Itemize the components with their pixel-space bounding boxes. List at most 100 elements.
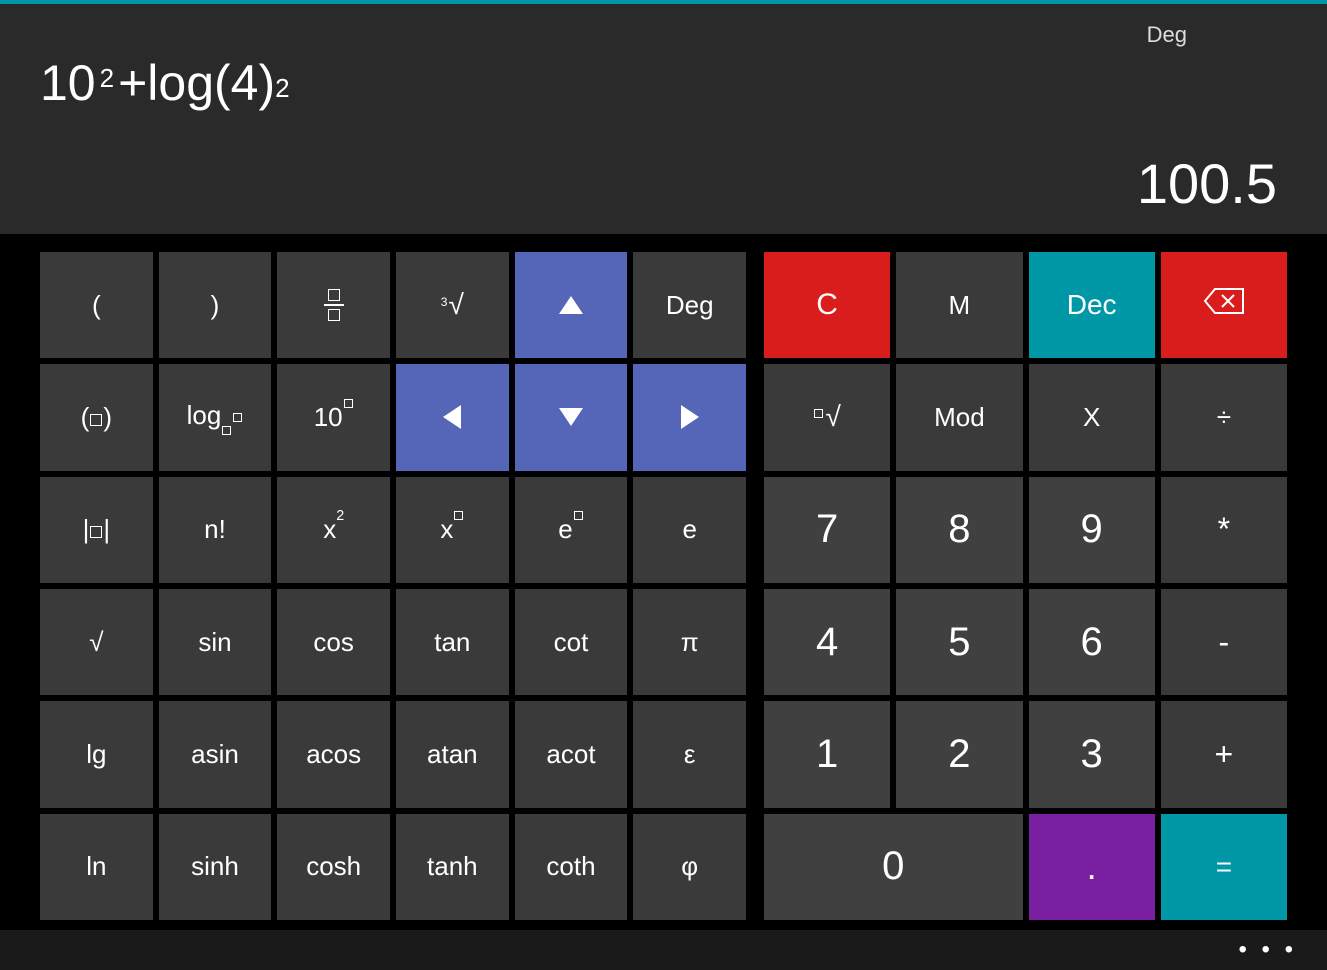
dec-mode-button[interactable]: Dec xyxy=(1029,252,1155,358)
digit-2-label: 2 xyxy=(948,732,970,777)
close-paren-label: ) xyxy=(211,290,220,321)
clear-button[interactable]: C xyxy=(764,252,890,358)
display-panel: Deg 10 2 +log(4) 2 100.5 xyxy=(0,4,1327,234)
digit-4-button[interactable]: 4 xyxy=(764,589,890,695)
lg-button[interactable]: lg xyxy=(40,701,153,807)
multiply-button[interactable]: X xyxy=(1029,364,1155,470)
memory-button[interactable]: M xyxy=(896,252,1022,358)
sinh-button[interactable]: sinh xyxy=(159,814,272,920)
phi-button[interactable]: φ xyxy=(633,814,746,920)
log-base-button[interactable]: log xyxy=(159,364,272,470)
arrow-right-icon xyxy=(681,405,699,429)
multiply-label: X xyxy=(1083,402,1100,433)
atan-label: atan xyxy=(427,739,478,770)
digit-6-button[interactable]: 6 xyxy=(1029,589,1155,695)
lg-label: lg xyxy=(86,739,106,770)
absolute-value-button[interactable]: || xyxy=(40,477,153,583)
cursor-up-button[interactable] xyxy=(515,252,628,358)
star-button[interactable]: * xyxy=(1161,477,1287,583)
digit-5-button[interactable]: 5 xyxy=(896,589,1022,695)
cursor-right-button[interactable] xyxy=(633,364,746,470)
cot-button[interactable]: cot xyxy=(515,589,628,695)
cursor-down-button[interactable] xyxy=(515,364,628,470)
digit-7-button[interactable]: 7 xyxy=(764,477,890,583)
cube-root-button[interactable]: 3 √ xyxy=(396,252,509,358)
e-constant-button[interactable]: e xyxy=(633,477,746,583)
star-label: * xyxy=(1218,511,1230,548)
nth-root-button[interactable]: √ xyxy=(764,364,890,470)
close-paren-button[interactable]: ) xyxy=(159,252,272,358)
atan-button[interactable]: atan xyxy=(396,701,509,807)
cosh-button[interactable]: cosh xyxy=(277,814,390,920)
digit-7-label: 7 xyxy=(816,507,838,552)
tanh-button[interactable]: tanh xyxy=(396,814,509,920)
digit-3-button[interactable]: 3 xyxy=(1029,701,1155,807)
euler-button[interactable]: ε xyxy=(633,701,746,807)
digit-8-button[interactable]: 8 xyxy=(896,477,1022,583)
coth-button[interactable]: coth xyxy=(515,814,628,920)
equals-button[interactable]: = xyxy=(1161,814,1287,920)
pi-button[interactable]: π xyxy=(633,589,746,695)
acos-button[interactable]: acos xyxy=(277,701,390,807)
dot-label: . xyxy=(1087,846,1097,888)
cos-button[interactable]: cos xyxy=(277,589,390,695)
angle-mode-indicator: Deg xyxy=(1147,22,1187,48)
equals-label: = xyxy=(1216,851,1232,883)
sinh-label: sinh xyxy=(191,851,239,882)
digit-0-button[interactable]: 0 xyxy=(764,814,1022,920)
ten-power-button[interactable]: 10 xyxy=(277,364,390,470)
mod-button[interactable]: Mod xyxy=(896,364,1022,470)
expr-part2: +log(4) xyxy=(118,54,275,112)
calculator-app: Deg 10 2 +log(4) 2 100.5 ( ) 3 √ xyxy=(0,0,1327,970)
coth-label: coth xyxy=(546,851,595,882)
expr-part1-base: 10 xyxy=(40,54,96,112)
divide-button[interactable]: ÷ xyxy=(1161,364,1287,470)
cot-label: cot xyxy=(554,627,589,658)
arrow-up-icon xyxy=(559,296,583,314)
arrow-down-icon xyxy=(559,408,583,426)
tan-button[interactable]: tan xyxy=(396,589,509,695)
expr-part2-exp: 2 xyxy=(275,73,289,104)
mod-label: Mod xyxy=(934,402,985,433)
acos-label: acos xyxy=(306,739,361,770)
cube-root-n: 3 xyxy=(441,295,448,309)
digit-2-button[interactable]: 2 xyxy=(896,701,1022,807)
tanh-label: tanh xyxy=(427,851,478,882)
backspace-button[interactable] xyxy=(1161,252,1287,358)
sin-button[interactable]: sin xyxy=(159,589,272,695)
digit-1-button[interactable]: 1 xyxy=(764,701,890,807)
fraction-button[interactable] xyxy=(277,252,390,358)
digit-9-button[interactable]: 9 xyxy=(1029,477,1155,583)
x-power-button[interactable]: x xyxy=(396,477,509,583)
cursor-left-button[interactable] xyxy=(396,364,509,470)
nth-root-icon: √ xyxy=(813,401,840,433)
cube-root-icon: 3 √ xyxy=(441,289,464,321)
minus-button[interactable]: - xyxy=(1161,589,1287,695)
parentheses-wrap-button[interactable]: () xyxy=(40,364,153,470)
sqrt-label: √ xyxy=(89,627,103,658)
cos-label: cos xyxy=(313,627,353,658)
x-squared-label: x2 xyxy=(323,514,344,545)
expression-text: 10 2 +log(4) 2 xyxy=(40,54,1287,112)
app-bar[interactable]: • • • xyxy=(0,930,1327,970)
clear-label: C xyxy=(816,288,838,322)
e-power-button[interactable]: e xyxy=(515,477,628,583)
plus-label: + xyxy=(1215,736,1234,773)
factorial-button[interactable]: n! xyxy=(159,477,272,583)
plus-button[interactable]: + xyxy=(1161,701,1287,807)
x-power-label: x xyxy=(440,514,464,545)
memory-label: M xyxy=(949,290,971,321)
open-paren-button[interactable]: ( xyxy=(40,252,153,358)
digit-9-label: 9 xyxy=(1081,507,1103,552)
x-squared-button[interactable]: x2 xyxy=(277,477,390,583)
divide-label: ÷ xyxy=(1217,402,1231,433)
log-base-label: log xyxy=(187,400,244,434)
fraction-icon xyxy=(324,289,344,321)
angle-mode-button[interactable]: Deg xyxy=(633,252,746,358)
tan-label: tan xyxy=(434,627,470,658)
acot-button[interactable]: acot xyxy=(515,701,628,807)
ln-button[interactable]: ln xyxy=(40,814,153,920)
sqrt-button[interactable]: √ xyxy=(40,589,153,695)
asin-button[interactable]: asin xyxy=(159,701,272,807)
decimal-point-button[interactable]: . xyxy=(1029,814,1155,920)
